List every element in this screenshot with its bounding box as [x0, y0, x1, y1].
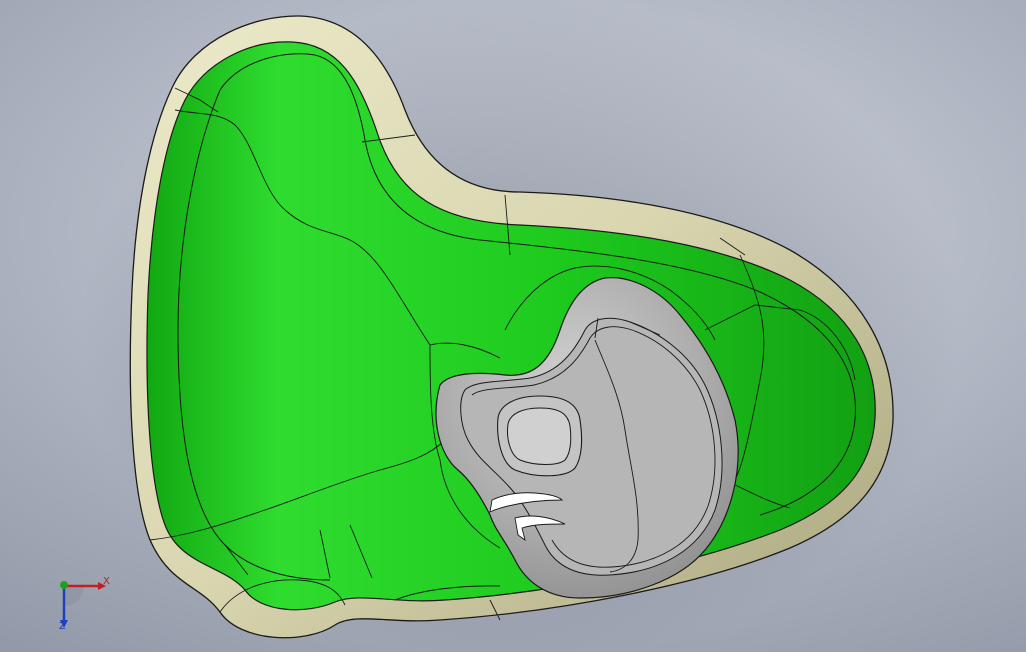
inner-pocket-floor[interactable] [507, 407, 572, 465]
graphics-viewport[interactable]: X Z [0, 0, 1026, 652]
part-model[interactable] [0, 0, 1026, 652]
triad-z-label: Z [59, 621, 66, 632]
triad-x-label: X [103, 576, 110, 587]
